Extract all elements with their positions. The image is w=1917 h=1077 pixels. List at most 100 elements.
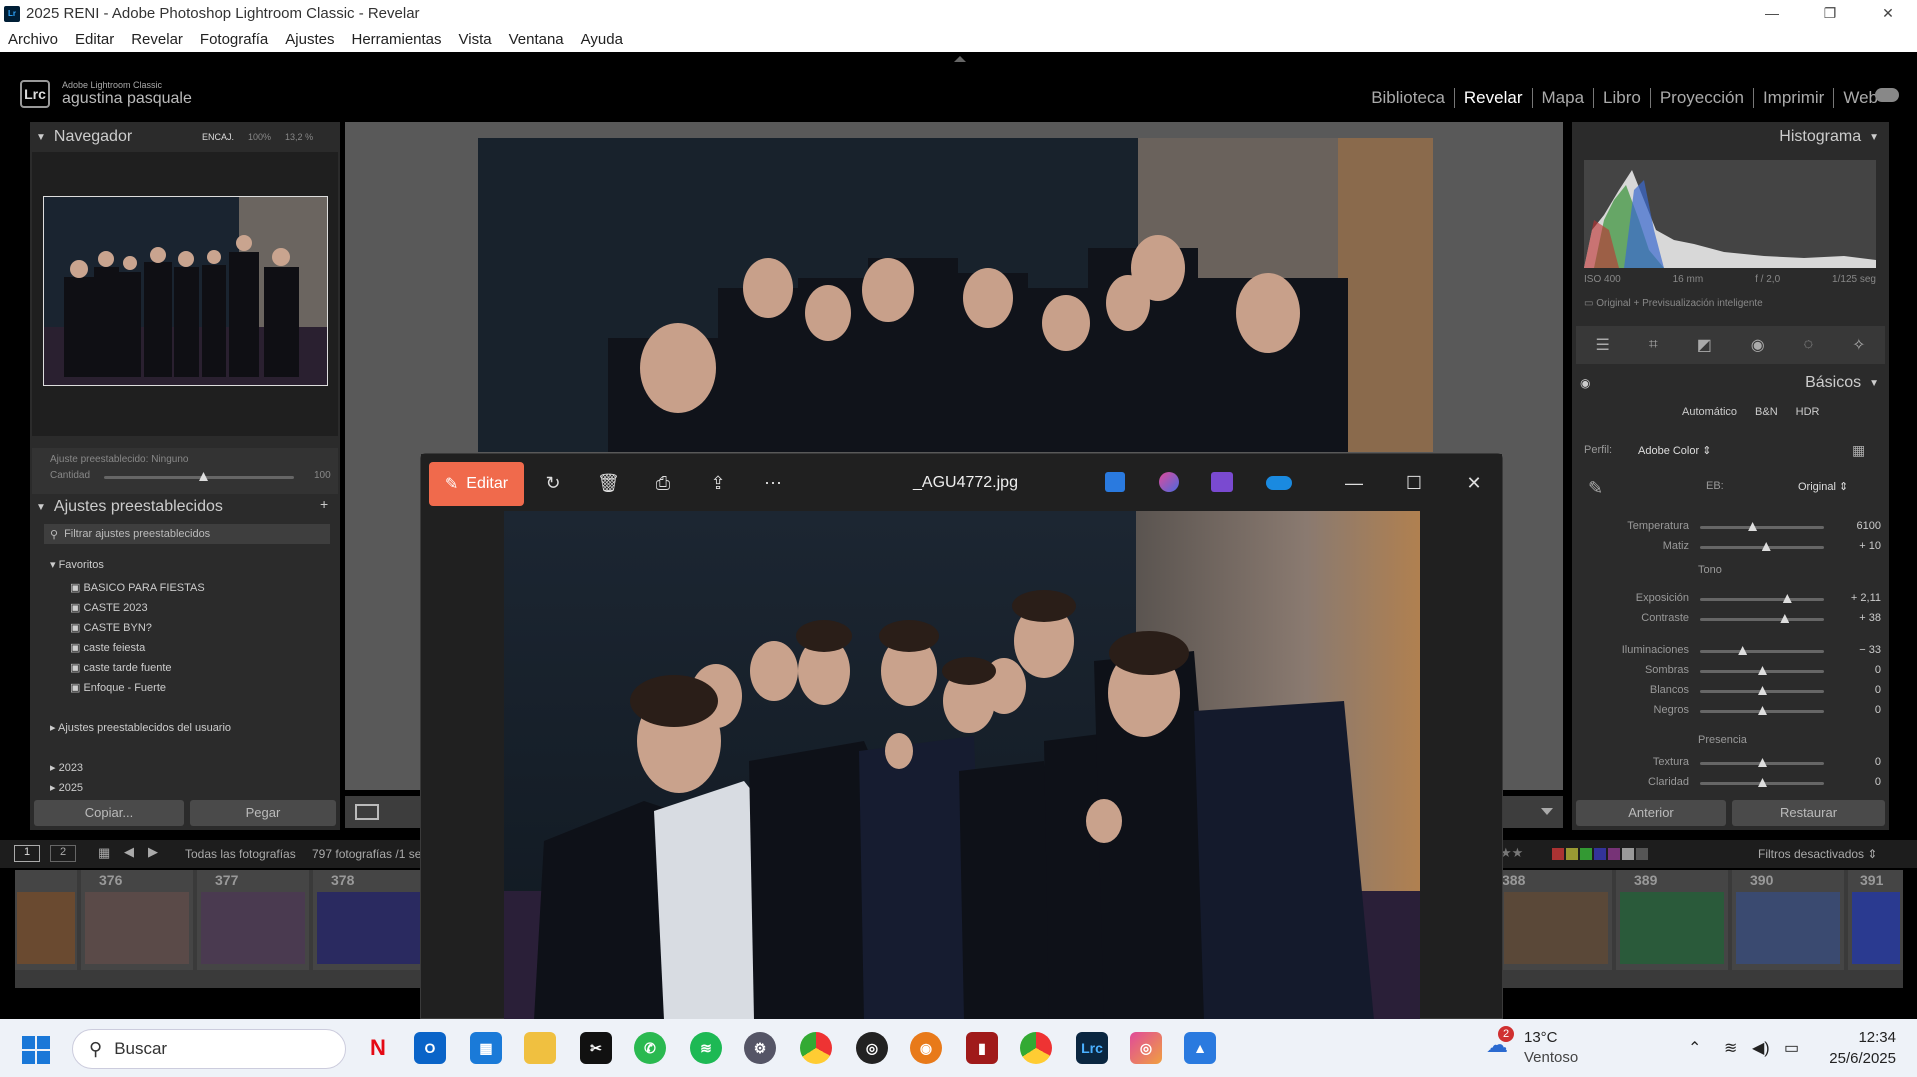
amount-slider-knob[interactable] xyxy=(199,472,208,481)
slider-track[interactable] xyxy=(1700,542,1824,551)
slider-knob[interactable] xyxy=(1738,646,1748,655)
menu-ventana[interactable]: Ventana xyxy=(509,31,564,48)
no-label-icon[interactable] xyxy=(1636,848,1648,860)
slider-track[interactable] xyxy=(1700,778,1824,787)
blue-label-icon[interactable] xyxy=(1594,848,1606,860)
slider-knob[interactable] xyxy=(1782,594,1792,603)
preset-group-user[interactable]: ▸ Ajustes preestablecidos del usuario xyxy=(50,718,231,738)
menu-archivo[interactable]: Archivo xyxy=(8,31,58,48)
app-red-icon[interactable]: ▮ xyxy=(966,1032,998,1064)
close-button[interactable]: ✕ xyxy=(1859,0,1917,27)
red-label-icon[interactable] xyxy=(1552,848,1564,860)
presets-header[interactable]: ▼ Ajustes preestablecidos xyxy=(36,498,223,516)
taskbar-search[interactable]: ⚲ Buscar xyxy=(72,1029,346,1069)
eraser-icon[interactable]: ◩ xyxy=(1697,335,1712,355)
module-mapa[interactable]: Mapa xyxy=(1533,88,1595,108)
thumbnail[interactable] xyxy=(1736,892,1840,964)
previous-button[interactable]: Anterior xyxy=(1576,800,1726,826)
thumbnail[interactable] xyxy=(17,892,75,964)
slider-knob[interactable] xyxy=(1758,758,1767,767)
delete-icon[interactable]: 🗑 xyxy=(597,472,620,494)
module-biblioteca[interactable]: Biblioteca xyxy=(1362,88,1455,108)
slider-knob[interactable] xyxy=(1748,522,1758,531)
battery-icon[interactable]: ▭ xyxy=(1784,1038,1799,1058)
preset-group-2025[interactable]: ▸ 2025 xyxy=(50,778,231,798)
profile-browser-icon[interactable]: ▦ xyxy=(1852,442,1865,459)
preset-group-2023[interactable]: ▸ 2023 xyxy=(50,758,231,778)
filmstrip-cell[interactable] xyxy=(15,870,77,970)
slider-track[interactable] xyxy=(1700,522,1824,531)
wb-select[interactable]: Original ⇕ xyxy=(1798,480,1848,493)
slider-knob[interactable] xyxy=(1758,706,1767,715)
edit-button[interactable]: ✎ Editar xyxy=(429,462,524,506)
menu-ayuda[interactable]: Ayuda xyxy=(581,31,623,48)
photos-app-icon[interactable] xyxy=(1105,472,1125,492)
menu-vista[interactable]: Vista xyxy=(459,31,492,48)
toolbar-menu-icon[interactable] xyxy=(1541,808,1553,815)
eyedropper-icon[interactable]: ✎ xyxy=(1588,478,1603,499)
designer-icon[interactable] xyxy=(1159,472,1179,492)
back-arrow-icon[interactable]: ◀ xyxy=(124,844,134,860)
module-revelar[interactable]: Revelar xyxy=(1455,88,1533,108)
basics-header[interactable]: Básicos ▼ xyxy=(1805,374,1879,392)
slider-track[interactable] xyxy=(1700,758,1824,767)
filmstrip-cell[interactable]: 391 xyxy=(1848,870,1903,970)
slider-track[interactable] xyxy=(1700,614,1824,623)
blender-icon[interactable]: ◉ xyxy=(910,1032,942,1064)
thumbnail[interactable] xyxy=(317,892,421,964)
auto-button[interactable]: Automático xyxy=(1682,406,1737,418)
menu-fotografia[interactable]: Fotografía xyxy=(200,31,268,48)
photo-app-icon[interactable]: ◎ xyxy=(1130,1032,1162,1064)
module-imprimir[interactable]: Imprimir xyxy=(1754,88,1835,108)
store-icon[interactable]: ▦ xyxy=(470,1032,502,1064)
add-preset-icon[interactable]: + xyxy=(320,496,328,512)
chrome-icon[interactable] xyxy=(1020,1032,1052,1064)
slider-track[interactable] xyxy=(1700,646,1824,655)
lightroom-taskbar-icon[interactable]: Lrc xyxy=(1076,1032,1108,1064)
weather-temp[interactable]: 13°C xyxy=(1524,1029,1558,1046)
share-icon[interactable]: ⇪ xyxy=(707,472,729,494)
restore-button[interactable]: ❐ xyxy=(1801,0,1859,27)
filmstrip-cell[interactable]: 390 xyxy=(1732,870,1844,970)
reset-button[interactable]: Restaurar xyxy=(1732,800,1885,826)
slider-track[interactable] xyxy=(1700,706,1824,715)
forward-arrow-icon[interactable]: ▶ xyxy=(148,844,158,860)
bw-button[interactable]: B&N xyxy=(1755,406,1778,418)
custom-label-icon[interactable] xyxy=(1622,848,1634,860)
more-icon[interactable]: ⋯ xyxy=(762,472,784,494)
thumbnail[interactable] xyxy=(1852,892,1900,964)
purple-label-icon[interactable] xyxy=(1608,848,1620,860)
viewer-maximize-icon[interactable]: ☐ xyxy=(1403,472,1425,494)
slider-knob[interactable] xyxy=(1780,614,1790,623)
thumbnail[interactable] xyxy=(1504,892,1608,964)
grid-icon[interactable]: ▦ xyxy=(98,845,110,861)
chrome-profile-icon[interactable] xyxy=(800,1032,832,1064)
primary-window-button[interactable]: 1 xyxy=(14,845,40,862)
wifi-icon[interactable]: ≋ xyxy=(1724,1038,1737,1058)
minimize-button[interactable]: — xyxy=(1743,0,1801,27)
profile-select[interactable]: Adobe Color ⇕ xyxy=(1638,444,1711,457)
viewer-minimize-icon[interactable]: — xyxy=(1343,472,1365,494)
rotate-icon[interactable]: ↻ xyxy=(542,472,564,494)
thumbnail[interactable] xyxy=(1620,892,1724,964)
preset-item[interactable]: ▣ caste feiesta xyxy=(70,638,205,658)
thumbnail[interactable] xyxy=(201,892,305,964)
slider-knob[interactable] xyxy=(1758,778,1767,787)
sliders-icon[interactable]: ☰ xyxy=(1595,335,1609,355)
histogram-chart[interactable] xyxy=(1584,160,1876,268)
volume-icon[interactable]: ◀) xyxy=(1752,1038,1770,1058)
slider-knob[interactable] xyxy=(1761,542,1771,551)
preset-item[interactable]: ▣ caste tarde fuente xyxy=(70,658,205,678)
zoom-custom[interactable]: 13,2 % xyxy=(285,132,313,142)
thumbnail[interactable] xyxy=(85,892,189,964)
filmstrip-cell[interactable]: 388 xyxy=(1500,870,1612,970)
ai-edit-icon[interactable]: ✧ xyxy=(1852,335,1865,355)
spotify-icon[interactable]: ≋ xyxy=(690,1032,722,1064)
file-explorer-icon[interactable] xyxy=(524,1032,556,1064)
zoom-fit[interactable]: ENCAJ. xyxy=(202,132,234,142)
preset-item[interactable]: ▣ CASTE BYN? xyxy=(70,618,205,638)
menu-herramientas[interactable]: Herramientas xyxy=(351,31,441,48)
start-button[interactable] xyxy=(22,1036,50,1064)
cloud-icon[interactable] xyxy=(1875,88,1899,102)
viewer-close-icon[interactable]: ✕ xyxy=(1463,472,1485,494)
